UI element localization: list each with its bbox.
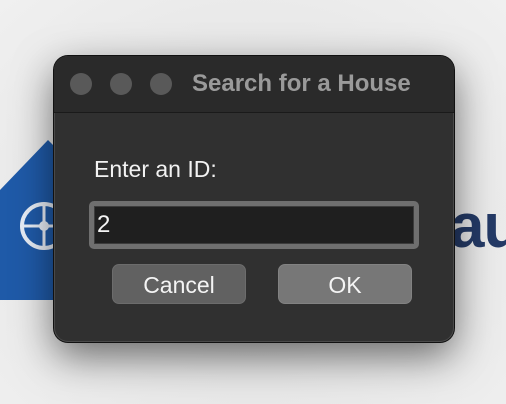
title-bar[interactable]: Search for a House (54, 56, 454, 113)
id-input[interactable] (94, 206, 414, 244)
zoom-window-button[interactable] (150, 73, 172, 95)
desktop-background: au Search for a House Enter an ID: Cance… (0, 0, 506, 404)
cancel-button[interactable]: Cancel (112, 264, 246, 304)
close-window-button[interactable] (70, 73, 92, 95)
ok-button[interactable]: OK (278, 264, 412, 304)
search-dialog: Search for a House Enter an ID: Cancel O… (54, 56, 454, 342)
id-prompt-label: Enter an ID: (94, 156, 217, 182)
minimize-window-button[interactable] (110, 73, 132, 95)
background-app-text: au (450, 192, 506, 261)
window-title: Search for a House (192, 70, 411, 97)
id-field-focus-ring (89, 201, 419, 249)
